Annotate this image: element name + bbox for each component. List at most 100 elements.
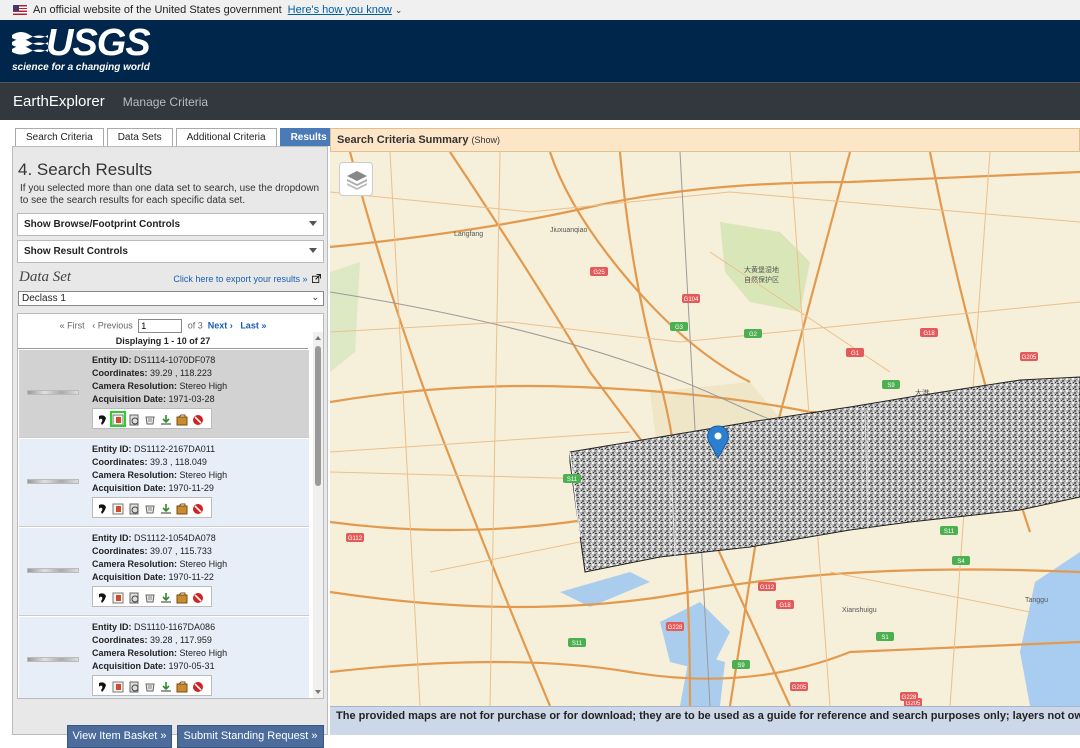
app-title[interactable]: EarthExplorer [13, 93, 105, 110]
add-to-basket-icon[interactable] [176, 591, 188, 603]
previous-page-link[interactable]: ‹ Previous [92, 320, 133, 330]
footprint-icon[interactable] [96, 413, 108, 425]
coordinates: 39.28 , 117.959 [150, 635, 212, 645]
road-shield-label: S11 [572, 641, 583, 647]
left-panel: Search Criteria Data Sets Additional Cri… [12, 128, 338, 748]
results-list: « First ‹ Previous of 3 Next › Last » Di… [17, 313, 324, 699]
download-icon[interactable] [160, 591, 172, 603]
browse-thumbnail[interactable] [27, 479, 79, 484]
result-item[interactable]: Entity ID: DS1112-1054DA078 Coordinates:… [19, 528, 309, 616]
first-page-link[interactable]: « First [60, 320, 85, 330]
exclude-icon[interactable] [192, 413, 204, 425]
metadata-icon[interactable] [128, 680, 140, 692]
exclude-icon[interactable] [192, 502, 204, 514]
camera-resolution-label: Camera Resolution: [92, 648, 178, 658]
summary-show-link[interactable]: (Show) [472, 135, 501, 145]
compare-icon[interactable] [144, 680, 156, 692]
heres-how-you-know-link[interactable]: Here's how you know [288, 4, 392, 16]
road-shield: S11 [940, 526, 958, 535]
camera-resolution: Stereo High [179, 470, 228, 480]
acquisition-date-label: Acquisition Date: [92, 394, 167, 404]
tab-results[interactable]: Results [279, 128, 338, 146]
place-label: 自然保护区 [744, 275, 779, 284]
result-metadata: Entity ID: DS1114-1070DF078 Coordinates:… [92, 354, 227, 406]
tab-data-sets[interactable]: Data Sets [106, 128, 173, 146]
results-scrollbar[interactable] [313, 332, 323, 698]
exclude-icon[interactable] [192, 680, 204, 692]
submit-standing-request-button[interactable]: Submit Standing Request » [177, 725, 324, 748]
road-shield: G3 [670, 322, 688, 331]
result-toolbar [92, 408, 212, 429]
gov-banner: An official website of the United States… [0, 0, 1080, 20]
camera-resolution-label: Camera Resolution: [92, 559, 178, 569]
add-to-basket-icon[interactable] [176, 680, 188, 692]
scroll-thumb[interactable] [315, 346, 321, 486]
road-shield: S11 [568, 638, 586, 647]
last-page-link[interactable]: Last » [240, 320, 266, 330]
road-shield-label: G25 [593, 270, 605, 276]
road-shield: S11 [563, 474, 581, 483]
metadata-icon[interactable] [128, 413, 140, 425]
gov-banner-text: An official website of the United States… [33, 4, 282, 16]
browse-overlay-icon[interactable] [110, 410, 126, 427]
metadata-icon[interactable] [128, 502, 140, 514]
imagery-footprint[interactable] [569, 376, 1080, 573]
result-metadata: Entity ID: DS1112-1054DA078 Coordinates:… [92, 532, 227, 584]
add-to-basket-icon[interactable] [176, 413, 188, 425]
place-label: 大港 [915, 388, 929, 397]
road-shield: S9 [732, 660, 750, 669]
tab-additional-criteria[interactable]: Additional Criteria [175, 128, 277, 146]
next-page-link[interactable]: Next › [208, 320, 233, 330]
map-canvas[interactable]: Langfang Jiuxuanqiao 大黄堡湿地 自然保护区 大港 Xian… [330, 152, 1080, 706]
browse-footprint-controls-toggle[interactable]: Show Browse/Footprint Controls [17, 213, 324, 236]
view-item-basket-button[interactable]: View Item Basket » [67, 725, 172, 748]
exclude-icon[interactable] [192, 591, 204, 603]
browse-overlay-icon[interactable] [112, 502, 124, 514]
result-item[interactable]: Entity ID: DS1114-1070DF078 Coordinates:… [19, 350, 309, 438]
footprint-icon[interactable] [96, 591, 108, 603]
road-shield-label: S9 [737, 663, 745, 669]
road-shield-label: G1 [851, 351, 860, 357]
metadata-icon[interactable] [128, 591, 140, 603]
add-to-basket-icon[interactable] [176, 502, 188, 514]
road-shield-label: S4 [957, 559, 965, 565]
page-number-input[interactable] [138, 319, 183, 333]
browse-thumbnail[interactable] [27, 657, 79, 662]
result-item[interactable]: Entity ID: DS1112-2167DA011 Coordinates:… [19, 439, 309, 527]
map-viewport[interactable]: Langfang Jiuxuanqiao 大黄堡湿地 自然保护区 大港 Xian… [330, 152, 1080, 706]
browse-overlay-icon[interactable] [112, 680, 124, 692]
tab-search-criteria[interactable]: Search Criteria [15, 128, 104, 146]
usgs-wave-icon [12, 32, 48, 55]
manage-criteria-link[interactable]: Manage Criteria [123, 95, 208, 109]
layer-switcher-button[interactable] [339, 162, 373, 196]
road-shield: G205 [1020, 352, 1038, 361]
export-results-link[interactable]: Click here to export your results » [173, 273, 322, 284]
browse-footprint-controls-label: Show Browse/Footprint Controls [24, 219, 181, 230]
compare-icon[interactable] [144, 413, 156, 425]
road-shield: G205 [790, 682, 808, 691]
download-icon[interactable] [160, 413, 172, 425]
footprint-icon[interactable] [96, 502, 108, 514]
road-shield: G104 [682, 294, 700, 303]
place-label: Jiuxuanqiao [550, 227, 587, 234]
usgs-logo[interactable]: USGS science for a changing world [12, 22, 151, 75]
compare-icon[interactable] [144, 591, 156, 603]
camera-resolution: Stereo High [179, 648, 228, 658]
browse-thumbnail[interactable] [27, 568, 79, 573]
browse-overlay-icon[interactable] [112, 591, 124, 603]
compare-icon[interactable] [144, 502, 156, 514]
road-shield: G25 [590, 267, 608, 276]
browse-thumbnail[interactable] [27, 390, 79, 395]
data-set-select[interactable]: Declass 1 ⌄ [18, 291, 324, 306]
footprint-icon[interactable] [96, 680, 108, 692]
download-icon[interactable] [160, 680, 172, 692]
chevron-down-icon[interactable]: ⌄ [395, 5, 403, 16]
scroll-up-arrow-icon[interactable] [315, 336, 321, 340]
road-shield-label: G104 [684, 297, 699, 303]
chevron-down-icon: ⌄ [311, 292, 319, 302]
scroll-down-arrow-icon[interactable] [315, 690, 321, 694]
result-item[interactable]: Entity ID: DS1110-1167DA086 Coordinates:… [19, 617, 309, 698]
search-criteria-summary-bar[interactable]: Search Criteria Summary (Show) [330, 128, 1080, 152]
download-icon[interactable] [160, 502, 172, 514]
result-controls-toggle[interactable]: Show Result Controls [17, 240, 324, 263]
